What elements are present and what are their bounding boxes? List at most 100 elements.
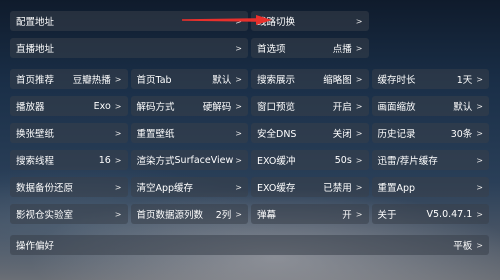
chevron-right-icon: >	[114, 74, 122, 84]
setting-value: 默认	[212, 75, 232, 86]
setting-label: 首选项	[257, 44, 286, 55]
chevron-right-icon: >	[114, 209, 122, 219]
chevron-right-icon: >	[355, 74, 363, 84]
chevron-right-icon: >	[235, 128, 242, 138]
setting-value: SurfaceView	[174, 154, 234, 166]
chevron-right-icon: >	[355, 182, 363, 192]
setting-label: 搜索展示	[257, 75, 296, 86]
setting-item[interactable]: 窗口预览 开启 >	[251, 96, 369, 116]
setting-label: 配置地址	[16, 17, 55, 28]
setting-value: 30条	[450, 129, 473, 140]
chevron-right-icon: >	[355, 43, 363, 53]
setting-item[interactable]: 缓存时长 1天 >	[371, 69, 489, 89]
chevron-right-icon: >	[355, 209, 363, 219]
setting-label: 安全DNS	[257, 129, 297, 140]
setting-item[interactable]: 搜索线程 16 >	[10, 150, 128, 170]
setting-value: 硬解码	[202, 102, 232, 113]
setting-label: 迅雷/荐片缓存	[377, 156, 438, 167]
setting-item[interactable]: 直播地址 >	[10, 38, 248, 58]
setting-label: 播放器	[16, 102, 45, 113]
chevron-right-icon: >	[476, 240, 483, 250]
setting-item[interactable]: 历史记录 30条 >	[371, 123, 489, 143]
setting-value: 1天	[456, 75, 473, 86]
chevron-right-icon: >	[114, 182, 122, 192]
chevron-right-icon: >	[355, 16, 363, 26]
setting-value: 缩略图	[323, 75, 352, 86]
setting-label: 首页数据源列数	[136, 210, 204, 221]
chevron-right-icon: >	[476, 209, 483, 219]
setting-value: 已禁用	[323, 183, 352, 194]
red-arrow-annotation	[182, 15, 272, 25]
setting-value: 50s	[334, 154, 352, 166]
setting-label: EXO缓存	[257, 183, 296, 194]
setting-label: 清空App缓存	[136, 183, 194, 194]
setting-value: V5.0.47.1	[426, 208, 473, 220]
setting-label: 数据备份还原	[16, 183, 74, 194]
chevron-right-icon: >	[355, 101, 363, 111]
chevron-right-icon: >	[114, 128, 122, 138]
setting-value: 开	[342, 210, 352, 221]
setting-value: Exo	[93, 100, 111, 112]
setting-item[interactable]: 安全DNS 关闭 >	[251, 123, 369, 143]
setting-value: 开启	[332, 102, 352, 113]
chevron-right-icon: >	[476, 74, 483, 84]
setting-item-operation-preference[interactable]: 操作偏好 平板 >	[10, 235, 489, 255]
setting-label: 解码方式	[136, 102, 175, 113]
setting-item[interactable]: 重置App >	[371, 177, 489, 197]
setting-value: 2列	[215, 210, 232, 221]
chevron-right-icon: >	[355, 155, 363, 165]
setting-item[interactable]: 首选项 点播 >	[251, 38, 369, 58]
setting-value: 关闭	[332, 129, 352, 140]
setting-value: 豆瓣热播	[72, 75, 111, 86]
chevron-right-icon: >	[476, 155, 483, 165]
setting-item[interactable]: 关于 V5.0.47.1 >	[371, 204, 489, 224]
setting-item[interactable]: 重置壁纸 >	[130, 123, 248, 143]
chevron-right-icon: >	[476, 101, 483, 111]
setting-label: 缓存时长	[377, 75, 416, 86]
setting-item[interactable]: 迅雷/荐片缓存 >	[371, 150, 489, 170]
setting-item[interactable]: 弹幕 开 >	[251, 204, 369, 224]
setting-label: 重置App	[377, 183, 416, 194]
setting-item[interactable]: 换张壁纸 >	[10, 123, 128, 143]
setting-label: 影视仓实验室	[16, 210, 74, 221]
chevron-right-icon: >	[476, 128, 483, 138]
setting-value: 平板	[453, 241, 473, 252]
setting-item[interactable]: 播放器 Exo >	[10, 96, 128, 116]
setting-item[interactable]: 解码方式 硬解码 >	[130, 96, 248, 116]
chevron-right-icon: >	[114, 101, 122, 111]
chevron-right-icon: >	[235, 155, 242, 165]
chevron-right-icon: >	[235, 182, 242, 192]
setting-item[interactable]: EXO缓存 已禁用 >	[251, 177, 369, 197]
setting-label: 关于	[377, 210, 397, 221]
setting-item[interactable]: 数据备份还原 >	[10, 177, 128, 197]
chevron-right-icon: >	[235, 74, 242, 84]
setting-label: 换张壁纸	[16, 129, 55, 140]
chevron-right-icon: >	[235, 43, 242, 53]
chevron-right-icon: >	[355, 128, 363, 138]
setting-value: 16	[98, 154, 111, 166]
chevron-right-icon: >	[235, 209, 242, 219]
setting-item[interactable]: 清空App缓存 >	[130, 177, 248, 197]
setting-label: 画面缩放	[377, 102, 416, 113]
setting-label: 直播地址	[16, 44, 55, 55]
setting-label: 首页推荐	[16, 75, 55, 86]
chevron-right-icon: >	[235, 101, 242, 111]
setting-label: 首页Tab	[136, 75, 172, 86]
setting-item[interactable]: 搜索展示 缩略图 >	[251, 69, 369, 89]
setting-item[interactable]: 影视仓实验室 >	[10, 204, 128, 224]
setting-label: EXO缓冲	[257, 156, 296, 167]
setting-item[interactable]: 渲染方式 SurfaceView >	[130, 150, 248, 170]
setting-label: 搜索线程	[16, 156, 55, 167]
setting-label: 窗口预览	[257, 102, 296, 113]
chevron-right-icon: >	[114, 155, 122, 165]
setting-label: 历史记录	[377, 129, 416, 140]
setting-item[interactable]: 首页推荐 豆瓣热播 >	[10, 69, 128, 89]
setting-item[interactable]: 画面缩放 默认 >	[371, 96, 489, 116]
setting-item[interactable]: 首页数据源列数 2列 >	[130, 204, 248, 224]
setting-item[interactable]: EXO缓冲 50s >	[251, 150, 369, 170]
setting-label: 渲染方式	[136, 156, 175, 167]
setting-value: 点播	[332, 44, 352, 55]
setting-item[interactable]: 首页Tab 默认 >	[130, 69, 248, 89]
setting-label: 弹幕	[257, 210, 277, 221]
setting-label: 操作偏好	[16, 241, 55, 252]
